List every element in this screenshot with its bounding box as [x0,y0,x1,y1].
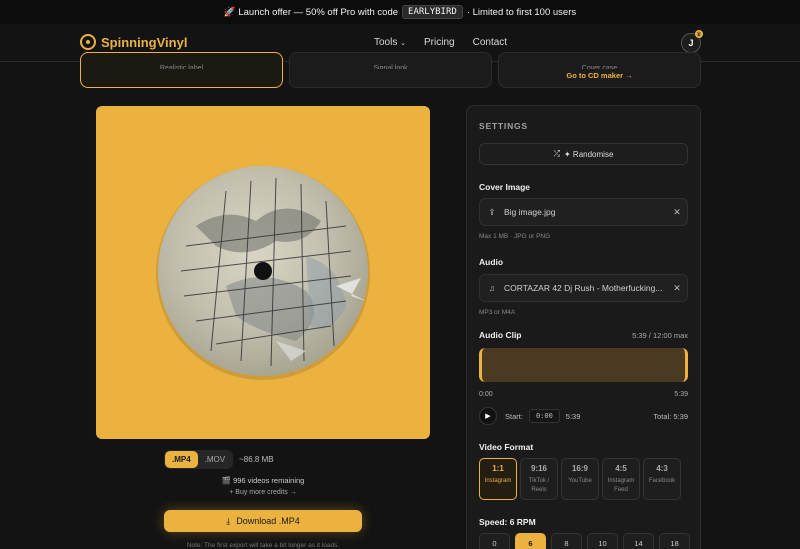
promo-text-suffix: · Limited to first 100 users [466,6,577,18]
brand-name: SpinningVinyl [101,34,188,50]
start-end-time: 5:39 [565,411,581,421]
nav-link-pricing[interactable]: Pricing [424,37,455,48]
cover-image-label: Cover Image [479,182,531,192]
format-ratio: 16:9 [571,464,588,473]
format-name: Instagram [484,478,512,484]
clip-total: Total: 5:39 [653,411,688,421]
format-mov-button[interactable]: .MOV [198,451,232,468]
shuffle-icon: ⤮ [553,149,560,158]
download-button[interactable]: ⤓ Download .MP4 [164,510,362,532]
export-note: Note: The first export will take a bit l… [186,542,340,549]
avatar-initial: J [688,38,694,48]
audio-hint: MP3 or M4A [479,309,516,316]
video-preview [96,106,430,439]
format-toggle: .MP4 .MOV [164,450,234,469]
randomise-label: ✦ Randomise [564,149,614,159]
promo-code[interactable]: EARLYBIRD [402,5,463,19]
remove-cover-image-icon[interactable]: ✕ [667,207,687,218]
brand-logo[interactable]: SpinningVinyl [80,34,187,50]
clip-start-time: 0:00 [479,391,493,398]
tool-card-vinyl-text: Realistic label [159,65,204,69]
settings-panel: SETTINGS ⤮ ✦ Randomise Cover Image ⇪ Big… [466,105,701,549]
start-time-input[interactable]: 0:00 [528,409,560,423]
format-mp4-button[interactable]: .MP4 [165,451,198,468]
video-format-grid: 1:1 Instagram 9:16 TikTok / Reels 16:9 Y… [479,458,681,500]
music-note-icon: ♫ [488,283,496,293]
randomise-button[interactable]: ⤮ ✦ Randomise [479,143,688,165]
cover-image-hint: Max 1 MB · JPG or PNG [479,233,551,240]
clip-end-time: 5:39 [674,391,688,398]
clip-playback-row: ▶ Start: 0:00 5:39 Total: 5:39 [479,407,688,425]
tool-card-signal-text: Signal look [373,65,408,69]
format-name: Instagram Feed [607,478,635,493]
download-button-label: Download .MP4 [236,516,300,526]
format-name: YouTube [568,478,592,484]
speed-options: 0 6 8 10 14 18 [479,533,690,549]
crown-badge-icon: ♛ [695,30,703,38]
video-format-label: Video Format [479,442,534,452]
upload-icon: ⇪ [488,206,496,217]
format-name: TikTok / Reels [528,478,550,493]
play-icon[interactable]: ▶ [479,407,497,425]
audio-label: Audio [479,257,504,267]
tool-card-cd[interactable]: Cover case Go to CD maker → [498,52,701,88]
tool-card-cd-text: Cover case [581,65,618,69]
tool-card-vinyl[interactable]: Realistic label [80,52,283,88]
videos-remaining: 🎬 996 videos remaining [221,476,305,485]
vinyl-logo-icon [80,34,96,50]
tool-card-signal[interactable]: Signal look [289,52,492,88]
speed-label: Speed: 6 RPM [479,517,536,527]
download-icon: ⤓ [226,515,231,526]
format-option-facebook[interactable]: 4:3 Facebook [643,458,681,500]
format-ratio: 9:16 [530,464,547,473]
cover-image-filename: Big image.jpg [504,207,556,217]
format-ratio: 1:1 [492,464,504,473]
speed-option-0[interactable]: 0 [479,533,510,549]
speed-option-8[interactable]: 8 [551,533,582,549]
speed-option-10[interactable]: 10 [587,533,618,549]
start-label: Start: [505,411,523,421]
audio-filename: CORTAZAR 42 Dj Rush - Motherfucking... [504,283,663,293]
chevron-down-icon: ⌄ [400,40,407,47]
promo-banner: 🚀 Launch offer — 50% off Pro with code E… [0,0,800,24]
format-name: Facebook [648,478,676,484]
tool-cards: Realistic label Signal look Cover case G… [80,52,701,88]
go-to-cd-maker-link[interactable]: Go to CD maker → [499,71,700,80]
estimated-size: ~86.8 MB [239,455,274,464]
speed-option-14[interactable]: 14 [623,533,654,549]
format-ratio: 4:3 [656,464,668,473]
user-avatar[interactable]: J ♛ [681,30,703,53]
audio-clip-duration: 5:39 / 12:00 max [632,331,688,340]
nav-link-tools-label: Tools [374,37,398,48]
buy-more-credits-link[interactable]: + Buy more credits → [164,489,362,496]
promo-text-prefix: 🚀 Launch offer — 50% off Pro with code [223,6,399,18]
format-ratio: 4:5 [615,464,627,473]
export-format-row: .MP4 .MOV ~86.8 MB [164,450,274,469]
speed-option-18[interactable]: 18 [659,533,690,549]
settings-title: SETTINGS [479,121,528,131]
audio-field[interactable]: ♫ CORTAZAR 42 Dj Rush - Motherfucking...… [479,274,688,302]
nav-link-tools[interactable]: Tools ⌄ [374,37,406,48]
format-option-instagram-feed[interactable]: 4:5 Instagram Feed [602,458,640,500]
nav-links: Tools ⌄ Pricing Contact [374,37,507,48]
cover-image-field[interactable]: ⇪ Big image.jpg ✕ [479,198,688,226]
nav-link-contact[interactable]: Contact [473,37,507,48]
remove-audio-icon[interactable]: ✕ [667,283,687,294]
format-option-youtube[interactable]: 16:9 YouTube [561,458,599,500]
vinyl-disc-artwork [156,166,370,380]
speed-option-6[interactable]: 6 [515,533,546,549]
format-option-tiktok[interactable]: 9:16 TikTok / Reels [520,458,558,500]
audio-clip-label: Audio Clip [479,330,522,340]
format-option-instagram[interactable]: 1:1 Instagram [479,458,517,500]
audio-waveform-selector[interactable] [479,348,688,382]
